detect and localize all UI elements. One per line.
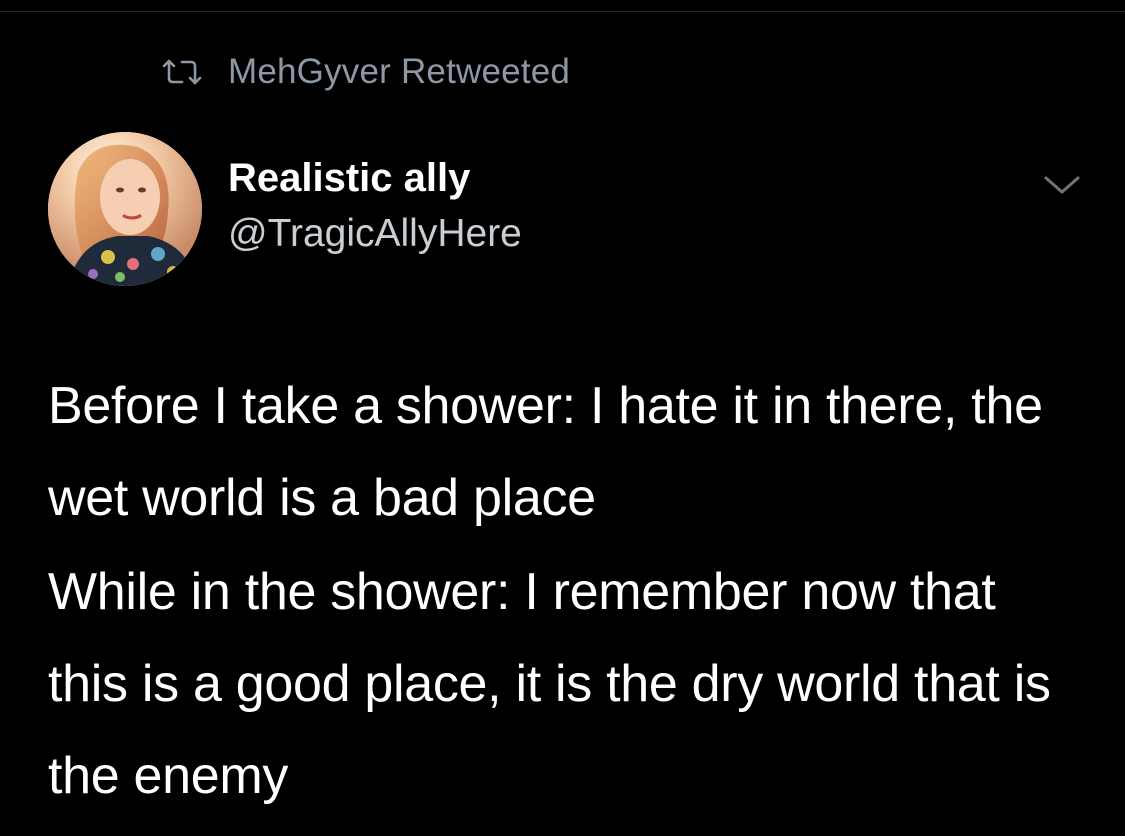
retweet-label: MehGyver Retweeted [228, 52, 571, 91]
top-divider [0, 11, 1125, 12]
tweet-text: Before I take a shower: I hate it in the… [48, 360, 1088, 822]
tweet-paragraph: While in the shower: I remember now that… [48, 563, 1051, 805]
avatar[interactable] [48, 132, 202, 286]
author-display-name[interactable]: Realistic ally [228, 156, 470, 201]
retweet-context[interactable]: MehGyver Retweeted [160, 52, 570, 92]
tweet-paragraph: Before I take a shower: I hate it in the… [48, 377, 1043, 527]
author-handle[interactable]: @TragicAllyHere [228, 212, 522, 256]
chevron-down-icon[interactable] [1040, 170, 1084, 200]
retweet-icon [160, 57, 204, 87]
